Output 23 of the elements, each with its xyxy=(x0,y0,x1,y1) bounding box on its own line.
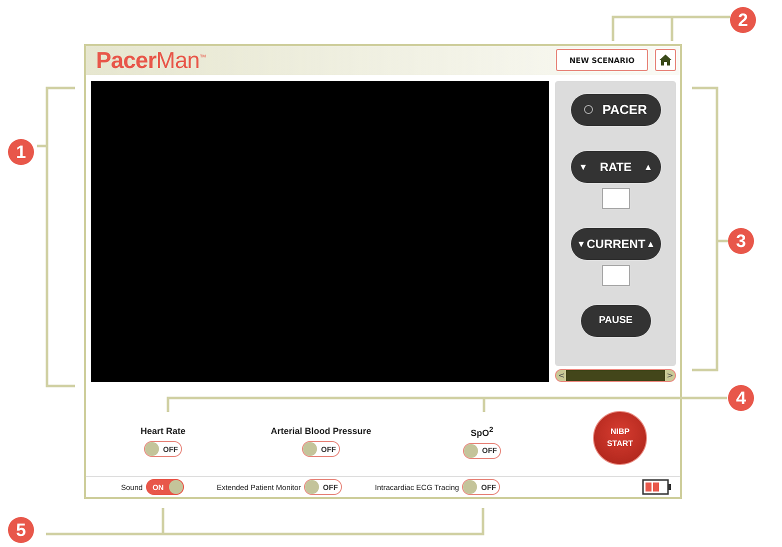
nibp-start-button[interactable]: NIBP START xyxy=(593,410,647,465)
rate-field[interactable] xyxy=(602,188,630,209)
pacer-button[interactable]: PACER xyxy=(570,94,661,126)
monitor-label: Arterial Blood Pressure xyxy=(270,426,372,436)
scrollbar[interactable]: < > xyxy=(555,368,676,382)
home-button[interactable] xyxy=(655,49,676,72)
current-field[interactable] xyxy=(602,264,630,286)
scroll-right-button[interactable]: > xyxy=(665,370,675,381)
current-button[interactable]: ▼CURRENT▲ xyxy=(570,228,661,260)
callout-number: 4 xyxy=(728,385,754,411)
callout-number: 2 xyxy=(730,7,756,33)
callout-number: 3 xyxy=(728,228,754,254)
rate-button[interactable]: ▼ RATE ▲ xyxy=(570,150,661,183)
home-icon xyxy=(659,54,672,66)
monitor-label: SpO$^{2}$ xyxy=(470,424,494,438)
battery-icon xyxy=(642,479,672,496)
monitor-label: Heart Rate xyxy=(140,426,186,436)
logo: PacerMan$^{™}$ xyxy=(96,46,206,74)
scroll-left-button[interactable]: < xyxy=(556,370,566,381)
callout-number: 1 xyxy=(8,139,34,165)
scroll-thumb[interactable] xyxy=(566,370,665,381)
pause-button[interactable]: PAUSE xyxy=(580,304,651,337)
callout-number: 5 xyxy=(8,517,34,543)
